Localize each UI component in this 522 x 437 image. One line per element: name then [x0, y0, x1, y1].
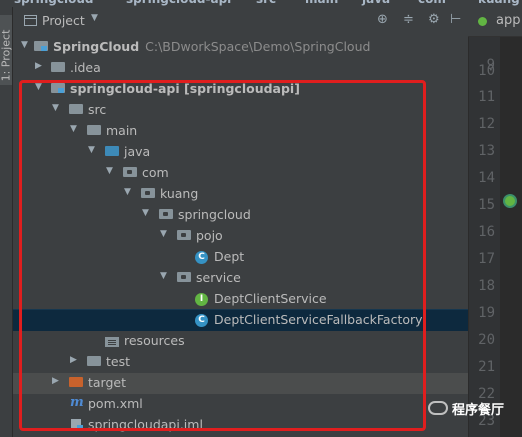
- breadcrumb-item[interactable]: src: [256, 0, 276, 6]
- line-number: 16: [478, 224, 495, 240]
- tree-node-label: .idea: [70, 60, 101, 75]
- breadcrumb-item[interactable]: kuang: [478, 0, 520, 6]
- module-folder-icon: [34, 41, 48, 51]
- wechat-icon: [428, 401, 448, 415]
- line-number: 11: [478, 89, 495, 105]
- spring-bean-icon[interactable]: [503, 194, 517, 208]
- editor-area[interactable]: [500, 7, 522, 437]
- line-number: 13: [478, 143, 495, 159]
- line-number: 17: [478, 251, 495, 267]
- line-number: 21: [478, 359, 495, 375]
- tree-node-idea[interactable]: ▶ .idea: [13, 58, 468, 79]
- breadcrumb-item[interactable]: main: [305, 0, 338, 6]
- tree-node-springcloud[interactable]: ▼ SpringCloud C:\BDworkSpace\Demo\SpringC…: [13, 37, 468, 58]
- folder-icon: [51, 62, 65, 72]
- editor-tab-label: app: [496, 13, 521, 28]
- editor-tab[interactable]: app: [468, 7, 522, 37]
- breadcrumb-item[interactable]: springcloud-api: [126, 0, 231, 6]
- expand-toggle[interactable]: ▼: [21, 40, 28, 50]
- line-number: 18: [478, 278, 495, 294]
- tree-node-path: C:\BDworkSpace\Demo\SpringCloud: [145, 39, 371, 54]
- minimize-icon[interactable]: ⊢: [450, 12, 461, 27]
- line-number: 19: [478, 305, 495, 321]
- panel-title[interactable]: Project: [42, 13, 85, 28]
- collapse-icon[interactable]: ≑: [403, 12, 414, 27]
- line-number: 20: [478, 332, 495, 348]
- chevron-down-icon[interactable]: ▼: [91, 13, 98, 23]
- line-number: 10: [478, 63, 495, 79]
- expand-toggle[interactable]: ▶: [35, 61, 42, 71]
- line-number: 15: [478, 197, 495, 213]
- tool-window-strip: 1: Project: [0, 7, 13, 437]
- project-icon: [24, 15, 37, 26]
- highlight-box: [19, 80, 426, 431]
- tree-node-label: SpringCloud: [53, 39, 140, 54]
- project-panel-header: Project ▼ ⊕ ≑ ⚙ ⊢: [13, 7, 468, 37]
- target-icon[interactable]: ⊕: [377, 12, 388, 27]
- breadcrumb-item[interactable]: springcloud: [14, 0, 94, 6]
- line-number: 12: [478, 116, 495, 132]
- project-tool-tab[interactable]: 1: Project: [0, 15, 13, 85]
- breadcrumb-item[interactable]: com: [418, 0, 446, 6]
- project-tool-label: 1: Project: [0, 29, 13, 82]
- breadcrumb-item[interactable]: java: [362, 0, 390, 6]
- line-number: 14: [478, 170, 495, 186]
- gear-icon[interactable]: ⚙: [428, 12, 440, 27]
- editor-gutter: 9 10 11 12 13 14 15 16 17 18 19 20 21 22…: [468, 7, 501, 437]
- file-type-icon: [478, 17, 487, 26]
- watermark-text: 程序餐厅: [452, 403, 505, 418]
